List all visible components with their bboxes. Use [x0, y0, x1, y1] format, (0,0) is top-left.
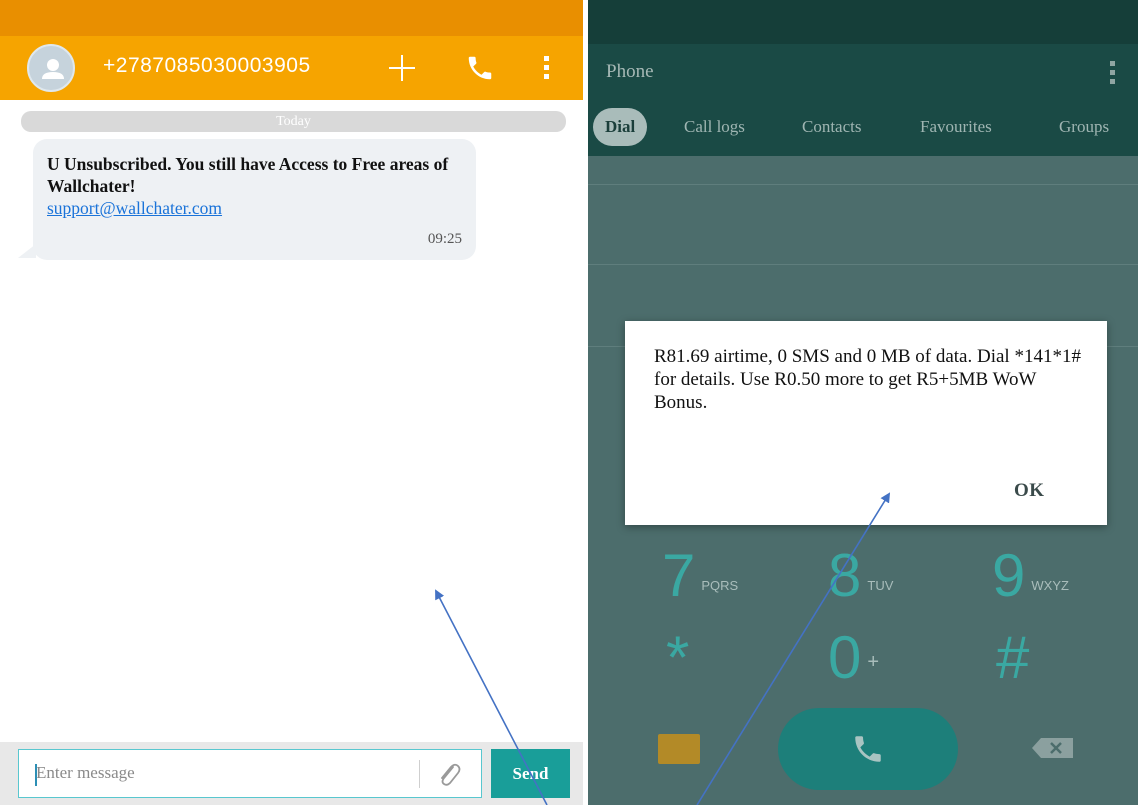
key-8[interactable]: 8 TUV: [828, 546, 893, 606]
app-title: Phone: [606, 61, 654, 82]
key-9[interactable]: 9 WXYZ: [992, 546, 1069, 606]
key-star[interactable]: *: [666, 628, 695, 688]
more-vert-icon: [544, 56, 549, 79]
phone-icon: [855, 736, 881, 762]
key-digit: 8: [828, 542, 862, 609]
tab-call-logs[interactable]: Call logs: [684, 108, 745, 146]
contact-avatar[interactable]: [27, 44, 75, 92]
paperclip-icon: [441, 763, 461, 786]
more-vert-icon: [1110, 61, 1115, 84]
message-icon[interactable]: [658, 734, 700, 764]
divider: [588, 264, 1138, 265]
key-letters: WXYZ: [1031, 578, 1069, 593]
dialog-message: R81.69 airtime, 0 SMS and 0 MB of data. …: [654, 346, 1081, 413]
sms-screen: +2787085030003905 Today U Unsubscribed. …: [0, 0, 583, 805]
key-letters: PQRS: [701, 578, 739, 593]
phone-icon: [468, 56, 492, 80]
date-separator: Today: [21, 111, 566, 132]
message-placeholder: Enter message: [36, 763, 135, 782]
attach-button[interactable]: [429, 756, 469, 794]
key-0[interactable]: 0 +: [828, 628, 879, 688]
key-digit: *: [666, 624, 690, 691]
message-input[interactable]: Enter message: [18, 749, 482, 798]
key-digit: 9: [992, 542, 1026, 609]
email-link[interactable]: support@wallchater.com: [47, 197, 464, 219]
key-digit: 0: [828, 624, 862, 691]
message-bubble[interactable]: U Unsubscribed. You still have Access to…: [33, 139, 476, 260]
ussd-dialog: R81.69 airtime, 0 SMS and 0 MB of data. …: [625, 321, 1107, 525]
dial-call-button[interactable]: [778, 708, 958, 790]
contact-number: +2787085030003905: [103, 54, 311, 77]
key-letters: TUV: [867, 578, 894, 593]
sms-header: +2787085030003905: [0, 36, 583, 100]
key-letters: +: [867, 651, 880, 673]
status-bar: [588, 0, 1138, 44]
key-digit: 7: [662, 542, 696, 609]
message-time: 09:25: [427, 231, 462, 247]
key-7[interactable]: 7 PQRS: [662, 546, 738, 606]
ok-button[interactable]: OK: [1014, 480, 1045, 502]
compose-bar: Enter message Send: [0, 742, 583, 805]
overflow-menu-button[interactable]: [1102, 58, 1122, 88]
tab-favourites[interactable]: Favourites: [920, 108, 992, 146]
status-bar: [0, 0, 583, 36]
overflow-menu-button[interactable]: [524, 46, 568, 90]
tab-contacts[interactable]: Contacts: [802, 108, 862, 146]
plus-icon: [389, 55, 415, 81]
divider: [588, 184, 1138, 185]
call-button[interactable]: [458, 46, 502, 90]
backspace-button[interactable]: [1031, 736, 1077, 760]
person-icon: [42, 59, 64, 79]
send-button[interactable]: Send: [491, 749, 570, 798]
add-contact-button[interactable]: [380, 46, 424, 90]
key-digit: #: [996, 624, 1030, 691]
phone-header: Phone Dial Call logs Contacts Favourites…: [588, 44, 1138, 156]
message-text: U Unsubscribed. You still have Access to…: [47, 154, 449, 196]
backspace-icon: [1032, 738, 1073, 758]
divider: [419, 760, 420, 788]
tab-dial[interactable]: Dial: [593, 108, 648, 146]
key-hash[interactable]: #: [996, 628, 1035, 688]
tab-groups[interactable]: Groups: [1059, 108, 1109, 146]
